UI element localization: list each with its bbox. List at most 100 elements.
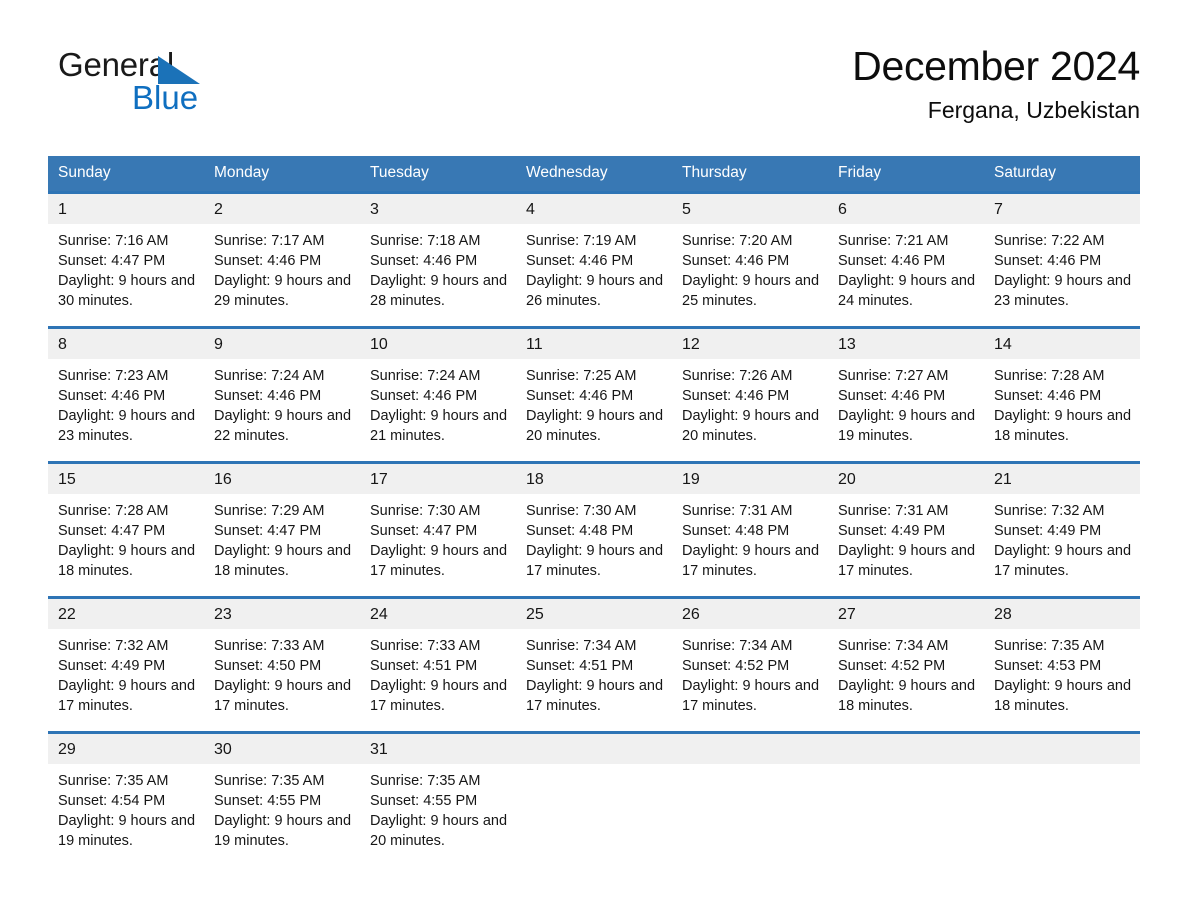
- calendar-day-cell[interactable]: 27 Sunrise: 7:34 AM Sunset: 4:52 PM Dayligh…: [828, 596, 984, 733]
- calendar-day-cell[interactable]: 30 Sunrise: 7:35 AM Sunset: 4:55 PM Dayligh…: [204, 731, 360, 866]
- sunrise-text: Sunrise: 7:29 AM: [214, 503, 325, 519]
- sunrise-text: Sunrise: 7:25 AM: [526, 368, 637, 384]
- calendar-day-cell[interactable]: 28 Sunrise: 7:35 AM Sunset: 4:53 PM Dayligh…: [984, 596, 1140, 733]
- sunset-text: Sunset: 4:46 PM: [838, 388, 946, 404]
- sunrise-text: Sunrise: 7:34 AM: [526, 638, 637, 654]
- sunrise-text: Sunrise: 7:35 AM: [994, 638, 1105, 654]
- sunset-text: Sunset: 4:46 PM: [370, 253, 478, 269]
- calendar-day-cell[interactable]: 11 Sunrise: 7:25 AM Sunset: 4:46 PM Dayligh…: [516, 326, 672, 463]
- calendar-day-cell[interactable]: 20 Sunrise: 7:31 AM Sunset: 4:49 PM Dayligh…: [828, 461, 984, 598]
- calendar-day-cell[interactable]: 4 Sunrise: 7:19 AM Sunset: 4:46 PM Daylight…: [516, 191, 672, 328]
- day-number: 15: [48, 464, 204, 494]
- sunset-text: Sunset: 4:46 PM: [838, 253, 946, 269]
- daylight-text: Daylight: 9 hours and 20 minutes.: [526, 408, 664, 444]
- daylight-text: Daylight: 9 hours and 24 minutes.: [838, 273, 976, 309]
- calendar-cell-empty: [828, 731, 984, 866]
- sunrise-text: Sunrise: 7:31 AM: [682, 503, 793, 519]
- weekday-header-friday: Friday: [828, 156, 984, 193]
- sunset-text: Sunset: 4:46 PM: [58, 388, 166, 404]
- sunset-text: Sunset: 4:46 PM: [682, 253, 790, 269]
- sunset-text: Sunset: 4:46 PM: [526, 388, 634, 404]
- day-details: Sunrise: 7:32 AM Sunset: 4:49 PM Daylight:…: [984, 494, 1140, 581]
- calendar-day-cell[interactable]: 25 Sunrise: 7:34 AM Sunset: 4:51 PM Dayligh…: [516, 596, 672, 733]
- calendar-day-cell[interactable]: 19 Sunrise: 7:31 AM Sunset: 4:48 PM Dayligh…: [672, 461, 828, 598]
- sunset-text: Sunset: 4:49 PM: [994, 523, 1102, 539]
- calendar-day-cell[interactable]: 23 Sunrise: 7:33 AM Sunset: 4:50 PM Dayligh…: [204, 596, 360, 733]
- calendar-day-cell[interactable]: 12 Sunrise: 7:26 AM Sunset: 4:46 PM Dayligh…: [672, 326, 828, 463]
- sunrise-text: Sunrise: 7:33 AM: [370, 638, 481, 654]
- day-number: 26: [672, 599, 828, 629]
- day-number: 8: [48, 329, 204, 359]
- calendar-week-row: 22 Sunrise: 7:32 AM Sunset: 4:49 PM Dayligh…: [48, 596, 1140, 733]
- daylight-text: Daylight: 9 hours and 17 minutes.: [838, 543, 976, 579]
- sunset-text: Sunset: 4:47 PM: [58, 523, 166, 539]
- daylight-text: Daylight: 9 hours and 20 minutes.: [682, 408, 820, 444]
- calendar-day-cell[interactable]: 3 Sunrise: 7:18 AM Sunset: 4:46 PM Daylight…: [360, 191, 516, 328]
- calendar-day-cell[interactable]: 17 Sunrise: 7:30 AM Sunset: 4:47 PM Dayligh…: [360, 461, 516, 598]
- day-number: 13: [828, 329, 984, 359]
- day-number: 17: [360, 464, 516, 494]
- day-number: 23: [204, 599, 360, 629]
- calendar-day-cell[interactable]: 7 Sunrise: 7:22 AM Sunset: 4:46 PM Daylight…: [984, 191, 1140, 328]
- calendar-day-cell[interactable]: 31 Sunrise: 7:35 AM Sunset: 4:55 PM Dayligh…: [360, 731, 516, 866]
- daylight-text: Daylight: 9 hours and 20 minutes.: [370, 813, 508, 849]
- calendar-day-cell[interactable]: 10 Sunrise: 7:24 AM Sunset: 4:46 PM Dayligh…: [360, 326, 516, 463]
- day-number: [516, 734, 672, 764]
- sunrise-text: Sunrise: 7:34 AM: [838, 638, 949, 654]
- day-details: Sunrise: 7:35 AM Sunset: 4:55 PM Daylight:…: [360, 764, 516, 851]
- sunset-text: Sunset: 4:46 PM: [370, 388, 478, 404]
- calendar-day-cell[interactable]: 9 Sunrise: 7:24 AM Sunset: 4:46 PM Daylight…: [204, 326, 360, 463]
- sunrise-text: Sunrise: 7:32 AM: [994, 503, 1105, 519]
- calendar-day-cell[interactable]: 5 Sunrise: 7:20 AM Sunset: 4:46 PM Daylight…: [672, 191, 828, 328]
- day-details: Sunrise: 7:24 AM Sunset: 4:46 PM Daylight:…: [204, 359, 360, 446]
- page-title: December 2024: [852, 43, 1140, 89]
- weekday-header-sunday: Sunday: [48, 156, 204, 193]
- calendar-day-cell[interactable]: 24 Sunrise: 7:33 AM Sunset: 4:51 PM Dayligh…: [360, 596, 516, 733]
- sunset-text: Sunset: 4:55 PM: [214, 793, 322, 809]
- daylight-text: Daylight: 9 hours and 25 minutes.: [682, 273, 820, 309]
- calendar-day-cell[interactable]: 15 Sunrise: 7:28 AM Sunset: 4:47 PM Dayligh…: [48, 461, 204, 598]
- day-number: 6: [828, 194, 984, 224]
- calendar-day-cell[interactable]: 21 Sunrise: 7:32 AM Sunset: 4:49 PM Dayligh…: [984, 461, 1140, 598]
- daylight-text: Daylight: 9 hours and 17 minutes.: [682, 543, 820, 579]
- weekday-header-tuesday: Tuesday: [360, 156, 516, 193]
- day-number: 28: [984, 599, 1140, 629]
- day-number: 27: [828, 599, 984, 629]
- sunset-text: Sunset: 4:55 PM: [370, 793, 478, 809]
- day-details: Sunrise: 7:19 AM Sunset: 4:46 PM Daylight:…: [516, 224, 672, 311]
- calendar-day-cell[interactable]: 16 Sunrise: 7:29 AM Sunset: 4:47 PM Dayligh…: [204, 461, 360, 598]
- calendar-day-cell[interactable]: 22 Sunrise: 7:32 AM Sunset: 4:49 PM Dayligh…: [48, 596, 204, 733]
- calendar-day-cell[interactable]: 14 Sunrise: 7:28 AM Sunset: 4:46 PM Dayligh…: [984, 326, 1140, 463]
- general-blue-logo[interactable]: General Blue: [58, 48, 258, 114]
- daylight-text: Daylight: 9 hours and 30 minutes.: [58, 273, 196, 309]
- daylight-text: Daylight: 9 hours and 23 minutes.: [994, 273, 1132, 309]
- calendar-day-cell[interactable]: 8 Sunrise: 7:23 AM Sunset: 4:46 PM Daylight…: [48, 326, 204, 463]
- day-number: 18: [516, 464, 672, 494]
- calendar-day-cell[interactable]: 18 Sunrise: 7:30 AM Sunset: 4:48 PM Dayligh…: [516, 461, 672, 598]
- sunset-text: Sunset: 4:47 PM: [370, 523, 478, 539]
- calendar-day-cell[interactable]: 13 Sunrise: 7:27 AM Sunset: 4:46 PM Dayligh…: [828, 326, 984, 463]
- day-number: 25: [516, 599, 672, 629]
- sunset-text: Sunset: 4:50 PM: [214, 658, 322, 674]
- sunset-text: Sunset: 4:51 PM: [370, 658, 478, 674]
- calendar-day-cell[interactable]: 29 Sunrise: 7:35 AM Sunset: 4:54 PM Dayligh…: [48, 731, 204, 866]
- daylight-text: Daylight: 9 hours and 17 minutes.: [370, 543, 508, 579]
- sunset-text: Sunset: 4:47 PM: [214, 523, 322, 539]
- day-details: Sunrise: 7:29 AM Sunset: 4:47 PM Daylight:…: [204, 494, 360, 581]
- calendar-week-row: 29 Sunrise: 7:35 AM Sunset: 4:54 PM Dayligh…: [48, 731, 1140, 866]
- day-number: 30: [204, 734, 360, 764]
- calendar-day-cell[interactable]: 26 Sunrise: 7:34 AM Sunset: 4:52 PM Dayligh…: [672, 596, 828, 733]
- daylight-text: Daylight: 9 hours and 17 minutes.: [370, 678, 508, 714]
- day-number: 22: [48, 599, 204, 629]
- sunrise-text: Sunrise: 7:24 AM: [370, 368, 481, 384]
- calendar-day-cell[interactable]: 2 Sunrise: 7:17 AM Sunset: 4:46 PM Daylight…: [204, 191, 360, 328]
- calendar-day-cell[interactable]: 6 Sunrise: 7:21 AM Sunset: 4:46 PM Daylight…: [828, 191, 984, 328]
- sunset-text: Sunset: 4:51 PM: [526, 658, 634, 674]
- day-number: 2: [204, 194, 360, 224]
- daylight-text: Daylight: 9 hours and 22 minutes.: [214, 408, 352, 444]
- day-number: 31: [360, 734, 516, 764]
- sunset-text: Sunset: 4:46 PM: [214, 388, 322, 404]
- day-number: 20: [828, 464, 984, 494]
- day-number: 29: [48, 734, 204, 764]
- calendar-day-cell[interactable]: 1 Sunrise: 7:16 AM Sunset: 4:47 PM Daylight…: [48, 191, 204, 328]
